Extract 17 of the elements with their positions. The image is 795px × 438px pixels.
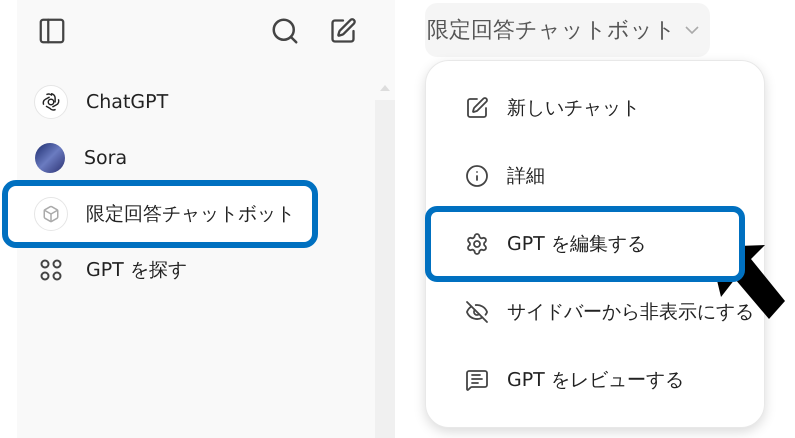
- sidebar-item[interactable]: ChatGPT: [17, 80, 357, 124]
- sidebar-item[interactable]: 限定回答チャットボット: [2, 180, 318, 248]
- info-icon: [465, 164, 489, 188]
- gpt-title-dropdown[interactable]: 限定回答チャットボット: [425, 3, 710, 57]
- planet-icon: [34, 142, 66, 174]
- menu-item[interactable]: 新しいチャット: [426, 74, 764, 142]
- settings-icon: [465, 232, 489, 256]
- sidebar-item[interactable]: GPT を探す: [17, 248, 357, 292]
- pencil-icon: [465, 96, 489, 120]
- comment-icon: [465, 368, 489, 392]
- sidebar-item[interactable]: Sora: [17, 136, 357, 180]
- eye-off-icon: [465, 300, 489, 324]
- chevron-down-icon: [684, 25, 700, 35]
- logo-icon: [34, 85, 68, 119]
- menu-item[interactable]: GPT を編集する: [425, 206, 745, 282]
- cube-icon: [34, 197, 68, 231]
- menu-item[interactable]: GPT をレビューする: [426, 346, 764, 414]
